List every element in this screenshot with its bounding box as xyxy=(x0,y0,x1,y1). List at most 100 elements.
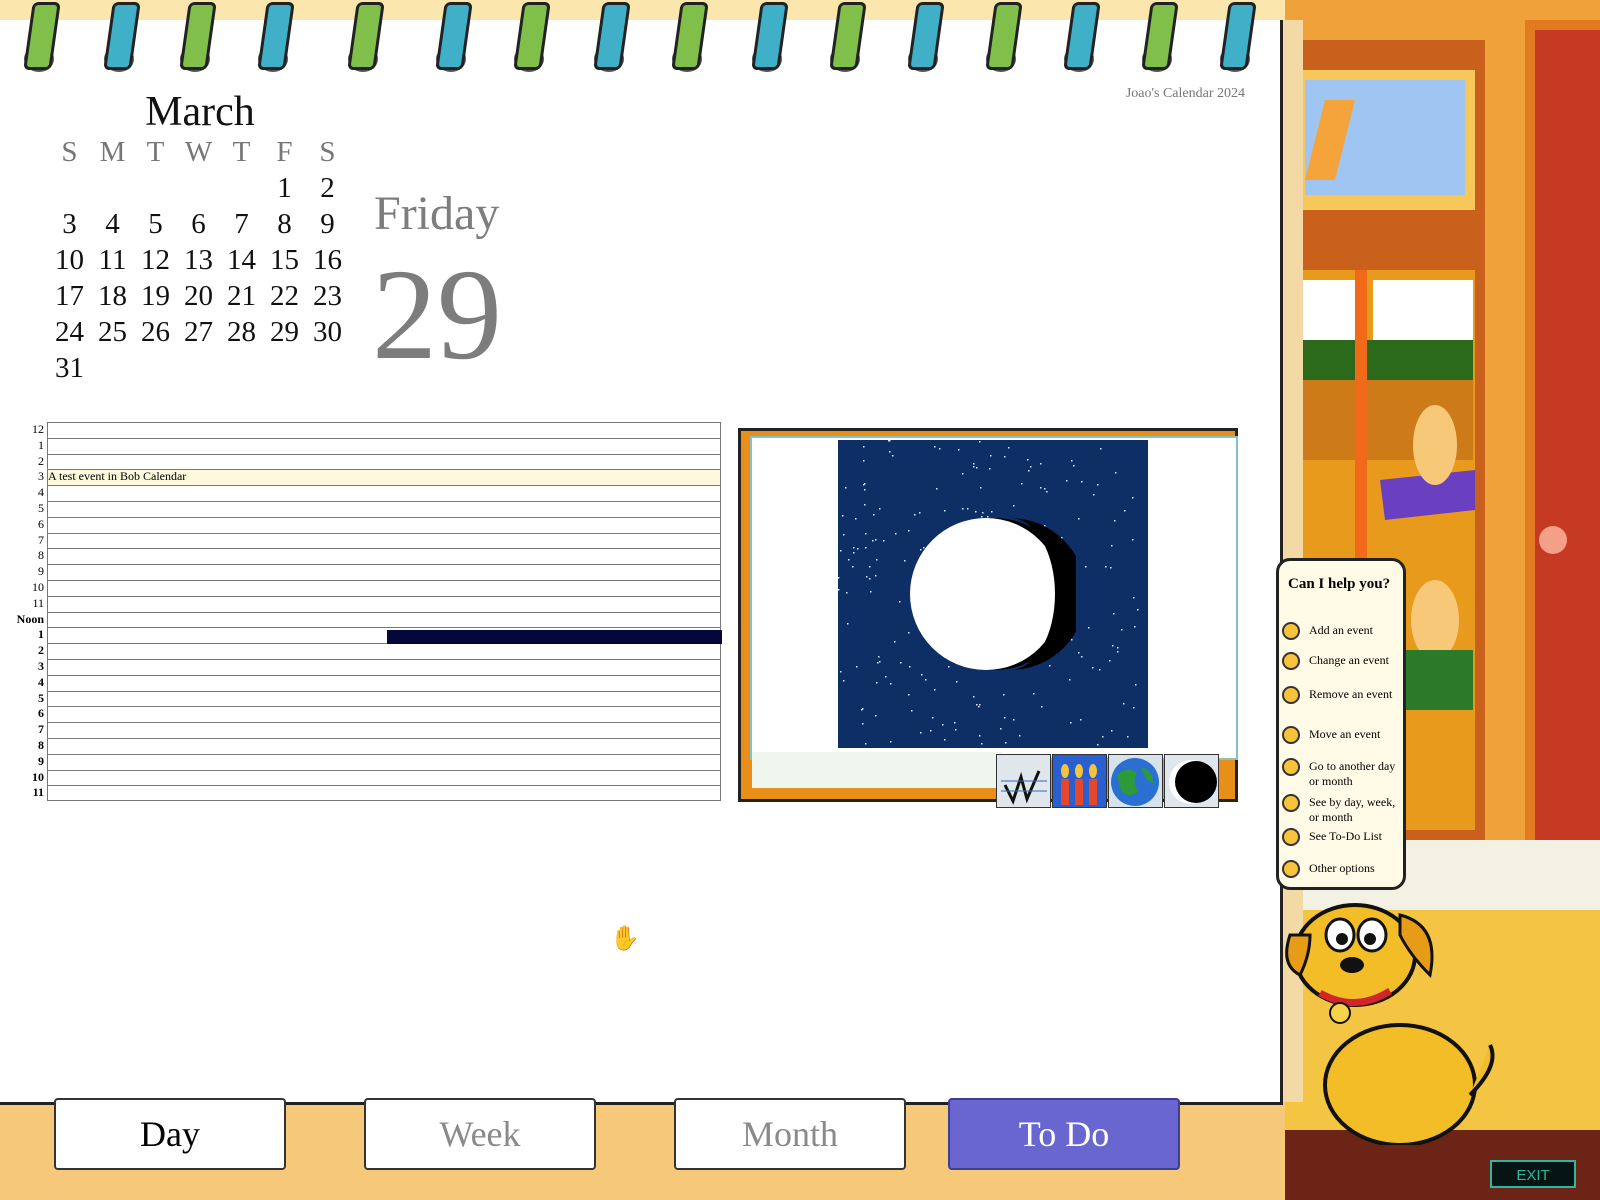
hour-row[interactable]: 11 xyxy=(10,785,722,802)
tab-week[interactable]: Week xyxy=(364,1098,596,1170)
hour-row[interactable]: 1 xyxy=(10,437,722,454)
hour-row[interactable]: 6 xyxy=(10,706,722,723)
day-cell[interactable]: 4 xyxy=(91,206,134,242)
hour-row[interactable]: 8 xyxy=(10,737,722,754)
candles-icon[interactable] xyxy=(1052,754,1107,808)
hour-row[interactable]: 5 xyxy=(10,690,722,707)
hour-row[interactable]: 4 xyxy=(10,485,722,501)
day-cell[interactable]: 1 xyxy=(263,170,306,206)
hour-slot[interactable] xyxy=(47,595,721,612)
hour-row[interactable]: 5 xyxy=(10,500,722,517)
day-cell[interactable]: 17 xyxy=(48,278,91,314)
hour-slot[interactable] xyxy=(47,532,721,549)
day-cell[interactable]: 6 xyxy=(177,206,220,242)
event-entry[interactable]: A test event in Bob Calendar xyxy=(48,469,186,484)
day-cell[interactable]: 9 xyxy=(306,206,349,242)
moon-tab-icon[interactable] xyxy=(1164,754,1219,808)
day-cell[interactable]: 10 xyxy=(48,242,91,278)
hour-row[interactable]: 12 xyxy=(10,422,722,438)
day-cell[interactable]: 29 xyxy=(263,314,306,350)
hour-slot[interactable] xyxy=(47,706,721,723)
help-option-label[interactable]: See by day, week, or month xyxy=(1309,795,1404,825)
hour-slot[interactable] xyxy=(47,737,721,754)
busy-time-bar[interactable] xyxy=(387,630,722,644)
day-cell[interactable]: 23 xyxy=(306,278,349,314)
hour-slot[interactable] xyxy=(47,785,721,802)
hour-slot[interactable] xyxy=(47,500,721,517)
hour-slot[interactable] xyxy=(47,753,721,770)
hour-row[interactable]: 9 xyxy=(10,753,722,770)
help-option-label[interactable]: Go to another day or month xyxy=(1309,759,1404,789)
help-option-label[interactable]: Move an event xyxy=(1309,727,1404,742)
globe-icon[interactable] xyxy=(1108,754,1163,808)
option-bullet-icon[interactable] xyxy=(1282,794,1300,812)
hour-row[interactable]: 3 xyxy=(10,658,722,675)
hour-slot[interactable] xyxy=(47,516,721,533)
help-option-label[interactable]: Other options xyxy=(1309,861,1404,876)
tab-todo[interactable]: To Do xyxy=(948,1098,1180,1170)
day-cell[interactable]: 27 xyxy=(177,314,220,350)
day-cell[interactable]: 16 xyxy=(306,242,349,278)
day-cell[interactable]: 26 xyxy=(134,314,177,350)
tab-month[interactable]: Month xyxy=(674,1098,906,1170)
hour-slot[interactable] xyxy=(47,579,721,596)
notes-icon[interactable] xyxy=(996,754,1051,808)
day-cell[interactable]: 21 xyxy=(220,278,263,314)
day-cell[interactable]: 28 xyxy=(220,314,263,350)
hour-slot[interactable] xyxy=(47,690,721,707)
hour-row[interactable]: 4 xyxy=(10,674,722,691)
day-cell[interactable]: 11 xyxy=(91,242,134,278)
day-cell[interactable]: 12 xyxy=(134,242,177,278)
hour-row[interactable]: 11 xyxy=(10,595,722,612)
hour-row[interactable]: 7 xyxy=(10,722,722,738)
hour-row[interactable]: 6 xyxy=(10,516,722,533)
hour-slot[interactable] xyxy=(47,674,721,691)
day-cell[interactable]: 7 xyxy=(220,206,263,242)
option-bullet-icon[interactable] xyxy=(1282,860,1300,878)
hour-row[interactable]: 8 xyxy=(10,548,722,565)
option-bullet-icon[interactable] xyxy=(1282,686,1300,704)
month-title[interactable]: March xyxy=(100,88,300,136)
hour-slot[interactable] xyxy=(47,769,721,786)
hour-slot[interactable] xyxy=(47,611,721,628)
day-cell[interactable]: 18 xyxy=(91,278,134,314)
day-cell[interactable]: 25 xyxy=(91,314,134,350)
tab-day[interactable]: Day xyxy=(54,1098,286,1170)
hour-slot[interactable] xyxy=(47,643,721,659)
hour-slot[interactable] xyxy=(47,453,721,470)
hour-row[interactable]: Noon xyxy=(10,611,722,628)
option-bullet-icon[interactable] xyxy=(1282,828,1300,846)
day-cell[interactable]: 19 xyxy=(134,278,177,314)
day-cell[interactable]: 13 xyxy=(177,242,220,278)
hour-row[interactable]: 3 A test event in Bob Calendar xyxy=(10,469,722,486)
hour-slot[interactable] xyxy=(47,658,721,675)
hour-slot[interactable] xyxy=(47,722,721,738)
option-bullet-icon[interactable] xyxy=(1282,758,1300,776)
help-option-label[interactable]: See To-Do List xyxy=(1309,829,1404,844)
day-cell[interactable]: 30 xyxy=(306,314,349,350)
help-option-label[interactable]: Remove an event xyxy=(1309,687,1404,702)
day-cell[interactable]: 24 xyxy=(48,314,91,350)
day-cell[interactable]: 15 xyxy=(263,242,306,278)
hour-row[interactable]: 9 xyxy=(10,564,722,580)
hour-slot[interactable] xyxy=(47,548,721,565)
rover-dog-mascot[interactable] xyxy=(1280,895,1520,1150)
day-cell[interactable]: 31 xyxy=(48,350,91,386)
hour-row[interactable]: 10 xyxy=(10,769,722,786)
option-bullet-icon[interactable] xyxy=(1282,652,1300,670)
hour-slot[interactable] xyxy=(47,564,721,580)
day-cell[interactable]: 3 xyxy=(48,206,91,242)
day-cell[interactable]: 2 xyxy=(306,170,349,206)
help-option-label[interactable]: Change an event xyxy=(1309,653,1404,668)
hour-slot[interactable] xyxy=(47,422,721,438)
hour-slot[interactable] xyxy=(47,485,721,501)
option-bullet-icon[interactable] xyxy=(1282,726,1300,744)
day-cell[interactable]: 8 xyxy=(263,206,306,242)
hour-row[interactable]: 7 xyxy=(10,532,722,549)
day-cell[interactable]: 20 xyxy=(177,278,220,314)
hour-row[interactable]: 10 xyxy=(10,579,722,596)
day-cell[interactable]: 14 xyxy=(220,242,263,278)
exit-button[interactable]: EXIT xyxy=(1490,1160,1576,1188)
help-option-label[interactable]: Add an event xyxy=(1309,623,1404,638)
hour-row[interactable]: 2 xyxy=(10,453,722,470)
